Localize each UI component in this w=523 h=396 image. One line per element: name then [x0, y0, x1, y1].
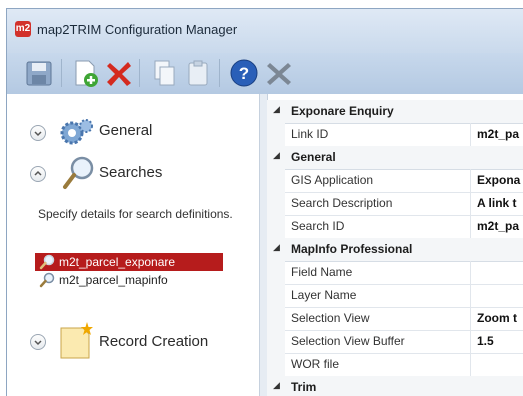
- gears-icon: [60, 119, 93, 145]
- copy-icon: [154, 60, 175, 86]
- property-name: Layer Name: [291, 288, 357, 302]
- property-row[interactable]: Search Description A link t: [267, 192, 523, 216]
- list-item-search[interactable]: m2t_parcel_mapinfo: [35, 271, 223, 289]
- category-name: MapInfo Professional: [291, 242, 413, 256]
- app-logo-icon: m2: [15, 21, 31, 37]
- property-name: Link ID: [291, 127, 329, 141]
- row-gutter: [267, 215, 285, 238]
- search-item-icon: [39, 272, 55, 288]
- section-searches[interactable]: Searches: [99, 164, 162, 181]
- collapse-arrow-icon[interactable]: ◢: [273, 242, 280, 253]
- property-category[interactable]: ◢ Trim: [267, 376, 523, 396]
- searches-description: Specify details for search definitions.: [38, 207, 233, 221]
- property-category[interactable]: ◢ General: [267, 146, 523, 170]
- property-value[interactable]: m2t_pa: [477, 219, 519, 233]
- collapse-arrow-icon[interactable]: ◢: [273, 104, 280, 115]
- add-button[interactable]: [69, 57, 101, 89]
- property-value[interactable]: m2t_pa: [477, 127, 519, 141]
- toolbar: ?: [6, 53, 523, 94]
- chevron-down-icon: [34, 340, 42, 346]
- search-item-icon: [39, 254, 55, 270]
- save-icon: [26, 61, 52, 86]
- help-button[interactable]: ?: [228, 57, 260, 89]
- row-gutter: [267, 307, 285, 330]
- navigation-panel: General Searches Specify details for sea…: [6, 94, 260, 396]
- property-value[interactable]: Zoom t: [477, 311, 517, 325]
- property-name: WOR file: [291, 357, 339, 371]
- property-category[interactable]: ◢ MapInfo Professional: [267, 238, 523, 262]
- row-gutter: [267, 192, 285, 215]
- section-general[interactable]: General: [99, 122, 152, 139]
- expand-general-button[interactable]: [30, 125, 46, 141]
- chevron-down-icon: [34, 131, 42, 137]
- category-name: General: [291, 150, 336, 164]
- property-value[interactable]: 1.5: [477, 334, 494, 348]
- collapse-searches-button[interactable]: [30, 166, 46, 182]
- collapse-arrow-icon[interactable]: ◢: [273, 380, 280, 391]
- property-name: Selection View Buffer: [291, 334, 405, 348]
- property-row[interactable]: Link ID m2t_pa: [267, 123, 523, 147]
- property-value[interactable]: A link t: [477, 196, 517, 210]
- list-item-search[interactable]: m2t_parcel_exponare: [35, 253, 223, 271]
- collapse-arrow-icon[interactable]: ◢: [273, 150, 280, 161]
- property-category[interactable]: ◢ Exponare Enquiry: [267, 100, 523, 124]
- chevron-up-icon: [34, 170, 42, 176]
- property-row[interactable]: Selection View Buffer 1.5: [267, 330, 523, 354]
- property-grid: ◢ Exponare Enquiry Link ID m2t_pa ◢ General GI…: [267, 100, 523, 396]
- property-name: Field Name: [291, 265, 353, 279]
- property-row[interactable]: GIS Application Expona: [267, 169, 523, 193]
- svg-text:?: ?: [239, 64, 249, 83]
- property-name: Search ID: [291, 219, 345, 233]
- paste-icon: [188, 60, 208, 86]
- property-value[interactable]: Expona: [477, 173, 520, 187]
- property-row[interactable]: WOR file: [267, 353, 523, 377]
- title-bar: m2 map2TRIM Configuration Manager: [6, 8, 523, 54]
- save-button[interactable]: [23, 57, 55, 89]
- help-icon: ?: [230, 59, 258, 87]
- list-item-label: m2t_parcel_exponare: [59, 255, 176, 269]
- window-title: map2TRIM Configuration Manager: [37, 22, 238, 37]
- expand-record-creation-button[interactable]: [30, 334, 46, 350]
- section-record-creation[interactable]: Record Creation: [99, 333, 208, 350]
- row-gutter: [267, 169, 285, 192]
- list-item-label: m2t_parcel_mapinfo: [59, 273, 168, 287]
- category-name: Exponare Enquiry: [291, 104, 394, 118]
- close-icon: [267, 63, 291, 85]
- property-name: Selection View: [291, 311, 370, 325]
- paste-button[interactable]: [182, 57, 214, 89]
- row-gutter: [267, 353, 285, 376]
- magnifier-icon: [63, 156, 94, 189]
- property-name: Search Description: [291, 196, 393, 210]
- property-name: GIS Application: [291, 173, 374, 187]
- close-button[interactable]: [263, 57, 295, 89]
- property-row[interactable]: Selection View Zoom t: [267, 307, 523, 331]
- row-gutter: [267, 284, 285, 307]
- row-gutter: [267, 330, 285, 353]
- new-document-icon: [60, 322, 93, 359]
- row-gutter: [267, 261, 285, 284]
- property-row[interactable]: Search ID m2t_pa: [267, 215, 523, 239]
- row-gutter: [267, 123, 285, 146]
- property-row[interactable]: Layer Name: [267, 284, 523, 308]
- delete-button[interactable]: [103, 57, 135, 89]
- property-row[interactable]: Field Name: [267, 261, 523, 285]
- delete-icon: [107, 62, 131, 86]
- category-name: Trim: [291, 380, 317, 394]
- add-document-icon: [75, 60, 98, 87]
- copy-button[interactable]: [147, 57, 179, 89]
